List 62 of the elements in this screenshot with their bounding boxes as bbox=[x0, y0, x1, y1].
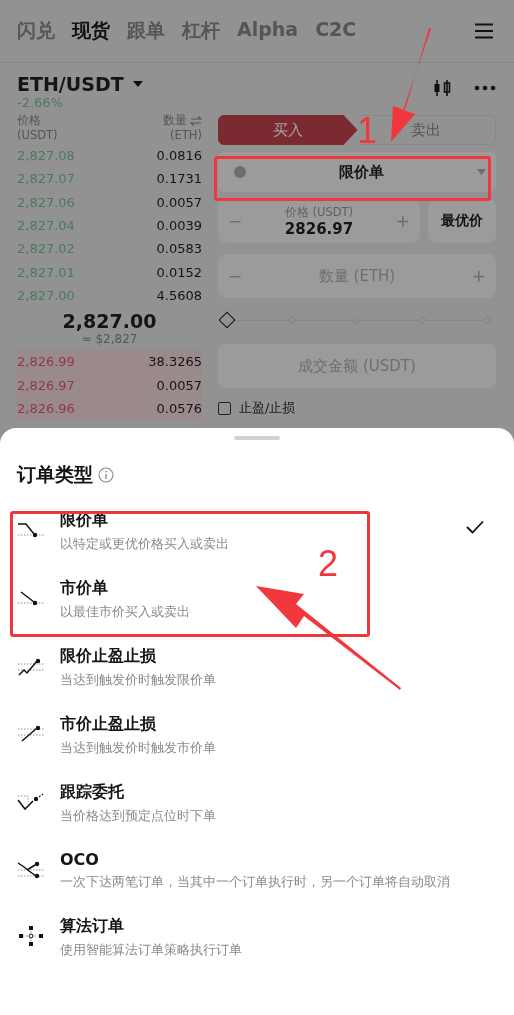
option-title: 跟踪委托 bbox=[60, 782, 125, 803]
last-price: 2,827.00 bbox=[62, 310, 157, 333]
order-amount: 0.0039 bbox=[156, 218, 202, 234]
caret-icon bbox=[477, 169, 486, 175]
checkbox[interactable] bbox=[218, 401, 231, 415]
option-description: 使用智能算法订单策略执行订单 bbox=[60, 941, 243, 959]
ask-price: 2,827.00 bbox=[17, 287, 75, 303]
caret-icon bbox=[131, 80, 144, 88]
bid-price: 2,826.97 bbox=[17, 377, 75, 393]
option-description: 当达到触发价时触发市价单 bbox=[60, 739, 217, 757]
best-price-button[interactable]: 最优价 bbox=[428, 199, 496, 243]
checkmark-icon bbox=[466, 520, 484, 534]
last-price-usd: ≈ $2,827 bbox=[81, 332, 138, 347]
checkbox-label: 止盈/止损 bbox=[239, 399, 296, 417]
option-title: OCO bbox=[60, 850, 100, 869]
order-amount: 38.3265 bbox=[148, 354, 202, 370]
order-amount: 0.0057 bbox=[156, 377, 202, 393]
order-amount: 0.1731 bbox=[156, 171, 202, 187]
column-unit: (ETH) bbox=[170, 128, 202, 142]
order-type-option[interactable]: OCO 一次下达两笔订单，当其中一个订单执行时，另一个订单将自动取消 bbox=[0, 850, 514, 891]
option-title: 限价止盈止损 bbox=[60, 646, 157, 667]
price-field[interactable]: − 价格 (USDT) 2826.97 + bbox=[218, 199, 420, 243]
order-type-option[interactable]: 算法订单 使用智能算法订单策略执行订单 bbox=[0, 916, 514, 959]
order-type-option[interactable]: 限价止盈止损 当达到触发价时触发限价单 bbox=[0, 646, 514, 689]
order-type-option[interactable]: 跟踪委托 当价格达到预定点位时下单 bbox=[0, 782, 514, 825]
ask-price: 2,827.07 bbox=[17, 171, 75, 187]
bid-price: 2,826.99 bbox=[17, 354, 75, 370]
order-type-option[interactable]: 市价止盈止损 当达到触发价时触发市价单 bbox=[0, 714, 514, 757]
side-tab[interactable]: 买入 bbox=[218, 115, 358, 145]
option-description: 当价格达到预定点位时下单 bbox=[60, 807, 217, 825]
nav-tab[interactable]: 现货 bbox=[72, 18, 110, 44]
option-title: 市价单 bbox=[60, 578, 109, 599]
drag-handle[interactable] bbox=[234, 436, 280, 440]
price-change: -2.66% bbox=[17, 95, 64, 110]
info-icon bbox=[234, 166, 246, 178]
candlestick-icon[interactable] bbox=[432, 78, 452, 98]
ask-price: 2,827.02 bbox=[17, 241, 75, 257]
order-amount: 0.0057 bbox=[156, 194, 202, 210]
order-amount: 4.5608 bbox=[156, 287, 202, 303]
chart-line-icon bbox=[17, 924, 45, 948]
more-icon[interactable] bbox=[474, 85, 496, 91]
ask-price: 2,827.06 bbox=[17, 194, 75, 210]
ask-price: 2,827.08 bbox=[17, 148, 75, 164]
order-amount: 0.0152 bbox=[156, 264, 202, 280]
order-amount: 0.0816 bbox=[156, 148, 202, 164]
bid-price: 2,826.96 bbox=[17, 400, 75, 416]
sheet-title: 订单类型 bbox=[17, 462, 93, 487]
order-amount: 0.0583 bbox=[156, 241, 202, 257]
pair-selector[interactable]: ETH/USDT bbox=[17, 73, 144, 95]
option-title: 算法订单 bbox=[60, 916, 125, 937]
column-header: 价格 bbox=[17, 113, 42, 128]
ask-price: 2,827.01 bbox=[17, 264, 75, 280]
ask-price: 2,827.04 bbox=[17, 218, 75, 234]
order-amount: 0.0576 bbox=[156, 400, 202, 416]
info-icon[interactable] bbox=[98, 467, 114, 483]
option-title: 市价止盈止损 bbox=[60, 714, 157, 735]
column-unit: (USDT) bbox=[17, 128, 58, 142]
option-description: 当达到触发价时触发限价单 bbox=[60, 671, 217, 689]
option-description: 一次下达两笔订单，当其中一个订单执行时，另一个订单将自动取消 bbox=[60, 873, 451, 891]
option-description: 以最佳市价买入或卖出 bbox=[60, 603, 191, 621]
option-description: 以特定或更优价格买入或卖出 bbox=[60, 535, 230, 553]
menu-icon[interactable] bbox=[474, 23, 494, 39]
